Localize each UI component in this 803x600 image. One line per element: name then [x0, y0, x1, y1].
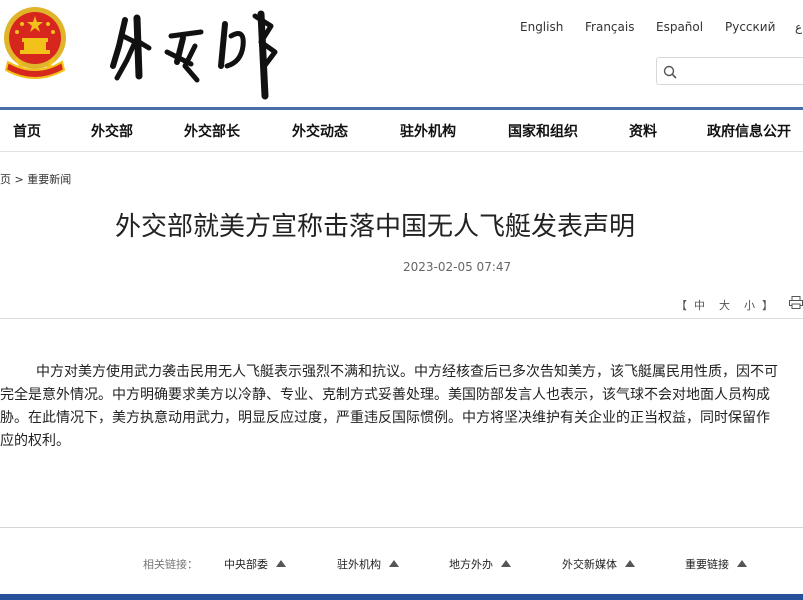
triangle-up-icon: [737, 560, 747, 567]
search-box: [656, 57, 803, 85]
triangle-up-icon: [625, 560, 635, 567]
breadcrumb-home[interactable]: 页: [0, 173, 11, 186]
print-icon[interactable]: [789, 296, 803, 309]
nav-item-resources[interactable]: 资料: [629, 121, 657, 141]
related-link-important[interactable]: 重要链接: [685, 556, 747, 572]
related-link-label: 重要链接: [685, 558, 729, 571]
lang-russian-link[interactable]: Русский: [725, 20, 775, 34]
nav-item-ministry[interactable]: 外交部: [91, 121, 133, 141]
font-tools-open-bracket: 【: [676, 299, 687, 312]
font-size-controls: 【中 大 小】: [676, 297, 773, 313]
lang-english-link[interactable]: English: [520, 20, 563, 34]
font-size-small-button[interactable]: 中: [694, 299, 705, 312]
triangle-up-icon: [501, 560, 511, 567]
breadcrumb: 页 > 重要新闻: [0, 171, 71, 187]
national-emblem-icon[interactable]: [2, 4, 68, 80]
breadcrumb-separator: >: [14, 173, 24, 186]
lang-spanish-link[interactable]: Español: [656, 20, 703, 34]
article-paragraph-line: 中方对美方使用武力袭击民用无人飞艇表示强烈不满和抗议。中方经核查后已多次告知美方…: [36, 364, 778, 380]
lang-french-link[interactable]: Français: [585, 20, 634, 34]
font-tools-close-bracket: 】: [762, 299, 773, 312]
nav-item-minister[interactable]: 外交部长: [184, 121, 240, 141]
font-size-medium-button[interactable]: 大: [719, 299, 730, 312]
related-link-label: 地方外办: [449, 558, 493, 571]
related-link-central-ministries[interactable]: 中央部委: [224, 556, 286, 572]
triangle-up-icon: [389, 560, 399, 567]
language-switcher: English Français Español Русский ﻉ: [510, 20, 803, 40]
related-link-label: 外交新媒体: [562, 558, 617, 571]
article-body: 中方对美方使用武力袭击民用无人飞艇表示强烈不满和抗议。中方经核查后已多次告知美方…: [0, 361, 803, 453]
related-link-missions[interactable]: 驻外机构: [337, 556, 399, 572]
font-size-large-button[interactable]: 小: [744, 299, 755, 312]
related-link-new-media[interactable]: 外交新媒体: [562, 556, 635, 572]
triangle-up-icon: [276, 560, 286, 567]
nav-item-countries-orgs[interactable]: 国家和组织: [508, 121, 578, 141]
footer-bar: [0, 594, 803, 600]
search-icon[interactable]: [663, 65, 677, 79]
main-nav: 首页 外交部 外交部长 外交动态 驻外机构 国家和组织 资料 政府信息公开: [0, 110, 803, 152]
related-link-label: 中央部委: [224, 558, 268, 571]
lang-arabic-link[interactable]: ﻉ: [795, 20, 802, 34]
article-title: 外交部就美方宣称击落中国无人飞艇发表声明: [115, 212, 636, 242]
article-paragraph-line: 完全是意外情况。中方明确要求美方以冷静、专业、克制方式妥善处理。美国防部发言人也…: [0, 387, 770, 403]
site-header: English Français Español Русский ﻉ: [0, 0, 803, 108]
article-paragraph-line: 应的权利。: [0, 433, 70, 449]
search-input[interactable]: [681, 62, 801, 80]
breadcrumb-current[interactable]: 重要新闻: [27, 173, 71, 186]
related-links-label: 相关链接：: [143, 558, 198, 571]
related-link-local-fao[interactable]: 地方外办: [449, 556, 511, 572]
article-divider: [0, 318, 803, 319]
nav-item-missions-abroad[interactable]: 驻外机构: [400, 121, 456, 141]
article-paragraph-line: 胁。在此情况下，美方执意动用武力，明显反应过度，严重违反国际惯例。中方将坚决维护…: [0, 410, 770, 426]
nav-item-diplomatic-news[interactable]: 外交动态: [292, 121, 348, 141]
article-date: 2023-02-05 07:47: [403, 260, 512, 274]
nav-item-home[interactable]: 首页: [13, 121, 41, 141]
footer-divider: [0, 527, 803, 528]
related-link-label: 驻外机构: [337, 558, 381, 571]
nav-item-info-disclosure[interactable]: 政府信息公开: [707, 121, 791, 141]
ministry-calligraphy-logo[interactable]: [105, 6, 290, 100]
